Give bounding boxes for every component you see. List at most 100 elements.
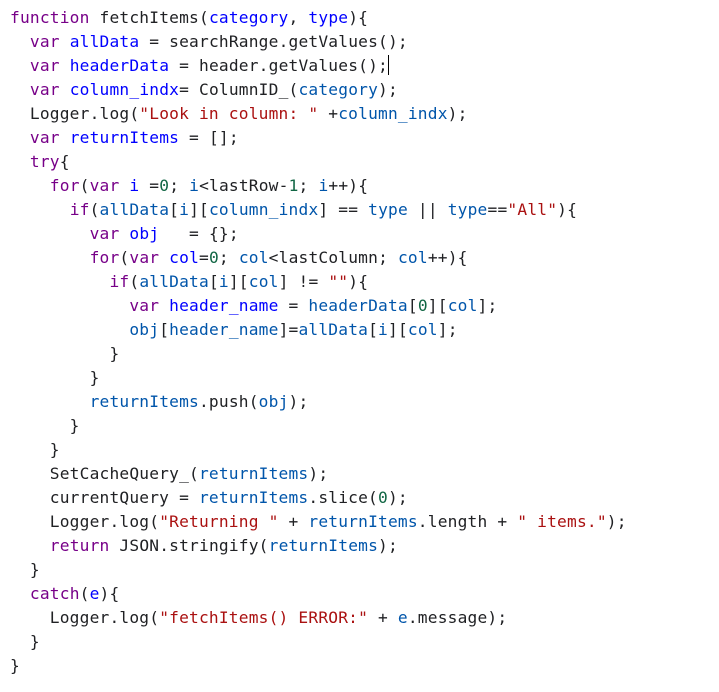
code-line[interactable]: } xyxy=(10,342,627,366)
plain-token: = {}; xyxy=(159,224,239,243)
string-token: "Returning " xyxy=(159,512,279,531)
code-line[interactable]: for(var i =0; i<lastRow-1; i++){ xyxy=(10,174,627,198)
code-line[interactable]: returnItems.push(obj); xyxy=(10,390,627,414)
plain-token: ]; xyxy=(477,296,498,315)
plain-token: ][ xyxy=(189,200,209,219)
plain-token: = ColumnID_( xyxy=(179,80,299,99)
code-line[interactable]: } xyxy=(10,438,627,462)
plain-token: } xyxy=(10,632,40,651)
code-line[interactable]: SetCacheQuery_(returnItems); xyxy=(10,462,627,486)
code-line[interactable]: try{ xyxy=(10,150,627,174)
code-line[interactable]: } xyxy=(10,654,627,678)
variable-token: allData xyxy=(139,272,209,291)
variable-token: returnItems xyxy=(198,464,309,483)
plain-token: .length + xyxy=(417,512,518,531)
code-line[interactable]: for(var col=0; col<lastColumn; col++){ xyxy=(10,246,627,270)
variable-token: col xyxy=(397,248,428,267)
code-line[interactable]: Logger.log("fetchItems() ERROR:" + e.mes… xyxy=(10,606,627,630)
definition-token: returnItems xyxy=(69,128,180,147)
string-token: "fetchItems() ERROR:" xyxy=(159,608,369,627)
plain-token: , xyxy=(288,8,309,27)
plain-token: = searchRange.getValues(); xyxy=(139,32,408,51)
code-line[interactable]: } xyxy=(10,414,627,438)
keyword-token: if xyxy=(69,200,90,219)
variable-token: allData xyxy=(298,320,369,339)
plain-token: ); xyxy=(308,464,329,483)
code-line[interactable]: currentQuery = returnItems.slice(0); xyxy=(10,486,627,510)
plain-token: = xyxy=(199,248,209,267)
variable-token: i xyxy=(318,176,329,195)
plain-token: ); xyxy=(606,512,627,531)
code-line[interactable]: return JSON.stringify(returnItems); xyxy=(10,534,627,558)
code-line[interactable]: if(allData[i][column_indx] == type || ty… xyxy=(10,198,627,222)
code-line[interactable]: Logger.log("Look in column: " +column_in… xyxy=(10,102,627,126)
code-line[interactable]: } xyxy=(10,366,627,390)
plain-token: ( xyxy=(79,176,90,195)
plain-token: ][ xyxy=(228,272,249,291)
plain-token: ); xyxy=(288,392,309,411)
variable-token: col xyxy=(447,296,478,315)
variable-token: col xyxy=(248,272,279,291)
variable-token: i xyxy=(378,320,388,339)
variable-token: e xyxy=(397,608,408,627)
code-line[interactable]: if(allData[i][col] != ""){ xyxy=(10,270,627,294)
code-line[interactable]: var header_name = headerData[0][col]; xyxy=(10,294,627,318)
definition-token: category xyxy=(208,8,289,27)
plain-token: [ xyxy=(368,320,379,339)
string-token: "All" xyxy=(507,200,558,219)
keyword-token: catch xyxy=(29,584,80,603)
code-line[interactable]: catch(e){ xyxy=(10,582,627,606)
code-line[interactable]: var column_indx= ColumnID_(category); xyxy=(10,78,627,102)
plain-token: } xyxy=(10,440,60,459)
code-line[interactable]: } xyxy=(10,558,627,582)
keyword-token: return xyxy=(49,536,110,555)
code-editor[interactable]: function fetchItems(category, type){ var… xyxy=(10,6,627,678)
code-line[interactable]: var allData = searchRange.getValues(); xyxy=(10,30,627,54)
plain-token: == xyxy=(487,200,508,219)
definition-token: e xyxy=(89,584,100,603)
plain-token: ( xyxy=(119,248,130,267)
definition-token: obj xyxy=(129,224,160,243)
keyword-token: for xyxy=(49,176,80,195)
plain-token: { xyxy=(59,152,70,171)
plain-token: ( xyxy=(129,272,140,291)
code-line[interactable]: Logger.log("Returning " + returnItems.le… xyxy=(10,510,627,534)
variable-token: i xyxy=(218,272,229,291)
plain-token: + xyxy=(278,512,309,531)
variable-token: type xyxy=(447,200,488,219)
code-line[interactable]: var headerData = header.getValues(); xyxy=(10,54,627,78)
number-token: 0 xyxy=(417,296,428,315)
plain-token: ++){ xyxy=(427,248,468,267)
plain-token: SetCacheQuery_( xyxy=(10,464,199,483)
plain-token: = xyxy=(139,176,160,195)
code-line[interactable]: var obj = {}; xyxy=(10,222,627,246)
number-token: 0 xyxy=(159,176,170,195)
plain-token: .message); xyxy=(407,608,508,627)
definition-token: column_indx xyxy=(69,80,180,99)
variable-token: col xyxy=(238,248,269,267)
code-line[interactable]: function fetchItems(category, type){ xyxy=(10,6,627,30)
plain-token: ; xyxy=(218,248,239,267)
keyword-token: var xyxy=(89,224,120,243)
keyword-token: var xyxy=(89,176,120,195)
string-token: "" xyxy=(328,272,349,291)
plain-token: ][ xyxy=(388,320,408,339)
code-line[interactable]: } xyxy=(10,630,627,654)
code-line[interactable]: var returnItems = []; xyxy=(10,126,627,150)
plain-token: ){ xyxy=(99,584,120,603)
code-line[interactable]: obj[header_name]=allData[i][col]; xyxy=(10,318,627,342)
plain-token: ]; xyxy=(437,320,458,339)
keyword-token: if xyxy=(109,272,130,291)
